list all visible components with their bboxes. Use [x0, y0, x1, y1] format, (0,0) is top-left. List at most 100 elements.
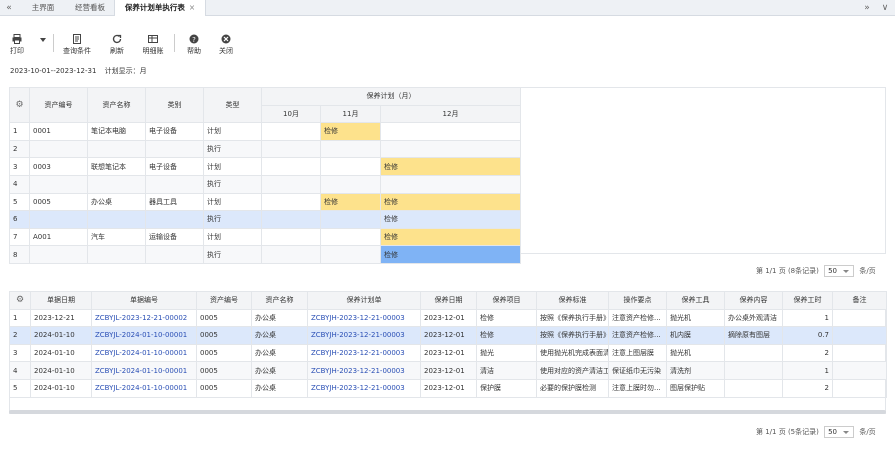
tab-dashboard[interactable]: 经营看板 — [66, 0, 114, 16]
table-row[interactable]: 5 2024-01-10 ZCBYJL-2024-01-10-00001 0005 办公… — [9, 378, 887, 398]
col-month-12[interactable]: 12月 — [379, 104, 522, 124]
col-asset-name[interactable]: 资产名称 — [251, 291, 308, 310]
horizontal-scrollbar[interactable] — [9, 410, 886, 414]
gear-icon[interactable]: ⚙ — [16, 295, 24, 305]
refresh-button[interactable]: 刷新 — [99, 34, 135, 56]
cell-month-11 — [320, 139, 381, 159]
table-row[interactable]: 8 执行 检修 — [9, 245, 522, 264]
table-row[interactable]: 4 执行 — [9, 174, 522, 194]
cell-type: 执行 — [203, 139, 262, 159]
cell-asset-name: 联想笔记本 — [87, 157, 146, 176]
col-points[interactable]: 操作要点 — [608, 291, 667, 310]
cell-asset-no — [29, 245, 88, 264]
cell-points: 注意上图层膜 — [608, 343, 667, 363]
cell-maint-date: 2023-12-01 — [420, 361, 477, 380]
doc-no-link[interactable]: ZCBYJL-2024-01-10-00001 — [91, 326, 197, 345]
refresh-label: 刷新 — [110, 47, 124, 55]
close-button[interactable]: 关闭 — [208, 34, 244, 56]
table-row[interactable]: 5 0005 办公桌 器具工具 计划 检修 检修 — [9, 192, 522, 212]
cell-standard: 使用对应的资产清洁工... — [536, 361, 609, 380]
col-hours[interactable]: 保养工时 — [782, 291, 833, 310]
tab-maintenance-plan[interactable]: 保养计划单执行表 × — [114, 0, 206, 16]
page-size-select[interactable]: 50 — [824, 426, 855, 438]
cell-asset-no — [29, 174, 88, 194]
col-category[interactable]: 类别 — [145, 86, 204, 124]
col-maint-date[interactable]: 保养日期 — [420, 291, 477, 310]
cell-asset-name: 办公桌 — [251, 378, 308, 398]
execution-grid: ⚙ 单据日期 单据编号 资产编号 资产名称 保养计划单 保养日期 保养项目 保养… — [9, 291, 887, 398]
cell-content: 摘除原有图层 — [724, 326, 783, 345]
plan-no-link[interactable]: ZCBYJH-2023-12-21-00003 — [307, 361, 421, 380]
table-row[interactable]: 1 0001 笔记本电脑 电子设备 计划 检修 — [9, 122, 522, 141]
col-remark[interactable]: 备注 — [832, 291, 887, 310]
cell-type: 计划 — [203, 192, 262, 212]
gear-icon[interactable]: ⚙ — [15, 100, 23, 110]
help-button[interactable]: ? 帮助 — [176, 34, 212, 56]
col-asset-name[interactable]: 资产名称 — [87, 86, 146, 124]
page-size-select[interactable]: 50 — [824, 265, 855, 277]
table-row[interactable]: 4 2024-01-10 ZCBYJL-2024-01-10-00001 0005 办公… — [9, 361, 887, 380]
cell-remark — [832, 308, 887, 328]
col-standard[interactable]: 保养标准 — [536, 291, 609, 310]
cell-asset-name: 汽车 — [87, 227, 146, 247]
cell-content — [724, 361, 783, 380]
plan-no-link[interactable]: ZCBYJH-2023-12-21-00003 — [307, 343, 421, 363]
detail-ledger-label: 明细账 — [142, 47, 164, 55]
table-row[interactable]: 2 执行 — [9, 139, 522, 159]
grid-settings[interactable]: ⚙ — [9, 86, 30, 124]
cell-asset-name — [87, 245, 146, 264]
cell-asset-no: 0005 — [196, 343, 252, 363]
row-number: 2 — [9, 139, 30, 159]
col-type[interactable]: 类型 — [203, 86, 262, 124]
cell-doc-date: 2023-12-21 — [30, 308, 92, 328]
table-row[interactable]: 6 执行 检修 — [9, 210, 522, 229]
filter-summary: 2023-10-01--2023-12-31 计划显示：月 — [10, 66, 147, 76]
cell-month-12 — [379, 139, 522, 159]
col-month-11[interactable]: 11月 — [320, 104, 381, 124]
grid-settings[interactable]: ⚙ — [9, 291, 31, 310]
cell-type: 计划 — [203, 122, 262, 141]
cell-item: 清洁 — [476, 361, 537, 380]
tab-close-icon[interactable]: × — [189, 3, 195, 12]
cell-type: 执行 — [203, 210, 262, 229]
doc-no-link[interactable]: ZCBYJL-2023-12-21-00002 — [91, 308, 197, 328]
cell-asset-no: A001 — [29, 227, 88, 247]
cell-asset-no: 0005 — [29, 192, 88, 212]
tab-scroll-right-icon[interactable]: » — [860, 0, 874, 16]
plan-no-link[interactable]: ZCBYJH-2023-12-21-00003 — [307, 378, 421, 398]
cell-type: 计划 — [203, 227, 262, 247]
plan-no-link[interactable]: ZCBYJH-2023-12-21-00003 — [307, 308, 421, 328]
col-plan-no[interactable]: 保养计划单 — [307, 291, 421, 310]
col-asset-no[interactable]: 资产编号 — [196, 291, 252, 310]
tab-more-icon[interactable]: ∨ — [878, 0, 892, 16]
print-dropdown-icon[interactable] — [40, 38, 46, 42]
doc-no-link[interactable]: ZCBYJL-2024-01-10-00001 — [91, 343, 197, 363]
col-asset-no[interactable]: 资产编号 — [29, 86, 88, 124]
table-row[interactable]: 1 2023-12-21 ZCBYJL-2023-12-21-00002 0005 办公… — [9, 308, 887, 328]
doc-no-link[interactable]: ZCBYJL-2024-01-10-00001 — [91, 378, 197, 398]
table-row[interactable]: 2 2024-01-10 ZCBYJL-2024-01-10-00001 0005 办公… — [9, 326, 887, 345]
query-button[interactable]: 查询条件 — [59, 34, 95, 56]
cell-points: 注意资产检修... — [608, 308, 667, 328]
print-button[interactable]: 打印 — [5, 34, 29, 56]
doc-no-link[interactable]: ZCBYJL-2024-01-10-00001 — [91, 361, 197, 380]
cell-category: 器具工具 — [145, 192, 204, 212]
col-content[interactable]: 保养内容 — [724, 291, 783, 310]
col-tool[interactable]: 保养工具 — [666, 291, 725, 310]
table-row[interactable]: 3 2024-01-10 ZCBYJL-2024-01-10-00001 0005 办公… — [9, 343, 887, 363]
table-row[interactable]: 3 0003 联想笔记本 电子设备 计划 检修 — [9, 157, 522, 176]
cell-asset-name: 办公桌 — [251, 326, 308, 345]
plan-no-link[interactable]: ZCBYJH-2023-12-21-00003 — [307, 326, 421, 345]
help-label: 帮助 — [187, 47, 201, 55]
cell-asset-no: 0005 — [196, 308, 252, 328]
tab-home[interactable]: 主界面 — [20, 0, 66, 16]
table-row[interactable]: 7 A001 汽车 运输设备 计划 检修 — [9, 227, 522, 247]
col-month-10[interactable]: 10月 — [261, 104, 321, 124]
cell-remark — [832, 326, 887, 345]
tab-scroll-left-icon[interactable]: « — [2, 0, 16, 16]
col-doc-no[interactable]: 单据编号 — [91, 291, 197, 310]
col-item[interactable]: 保养项目 — [476, 291, 537, 310]
cell-hours: 0.7 — [782, 326, 833, 345]
detail-ledger-button[interactable]: 明细账 — [135, 34, 171, 56]
col-doc-date[interactable]: 单据日期 — [30, 291, 92, 310]
